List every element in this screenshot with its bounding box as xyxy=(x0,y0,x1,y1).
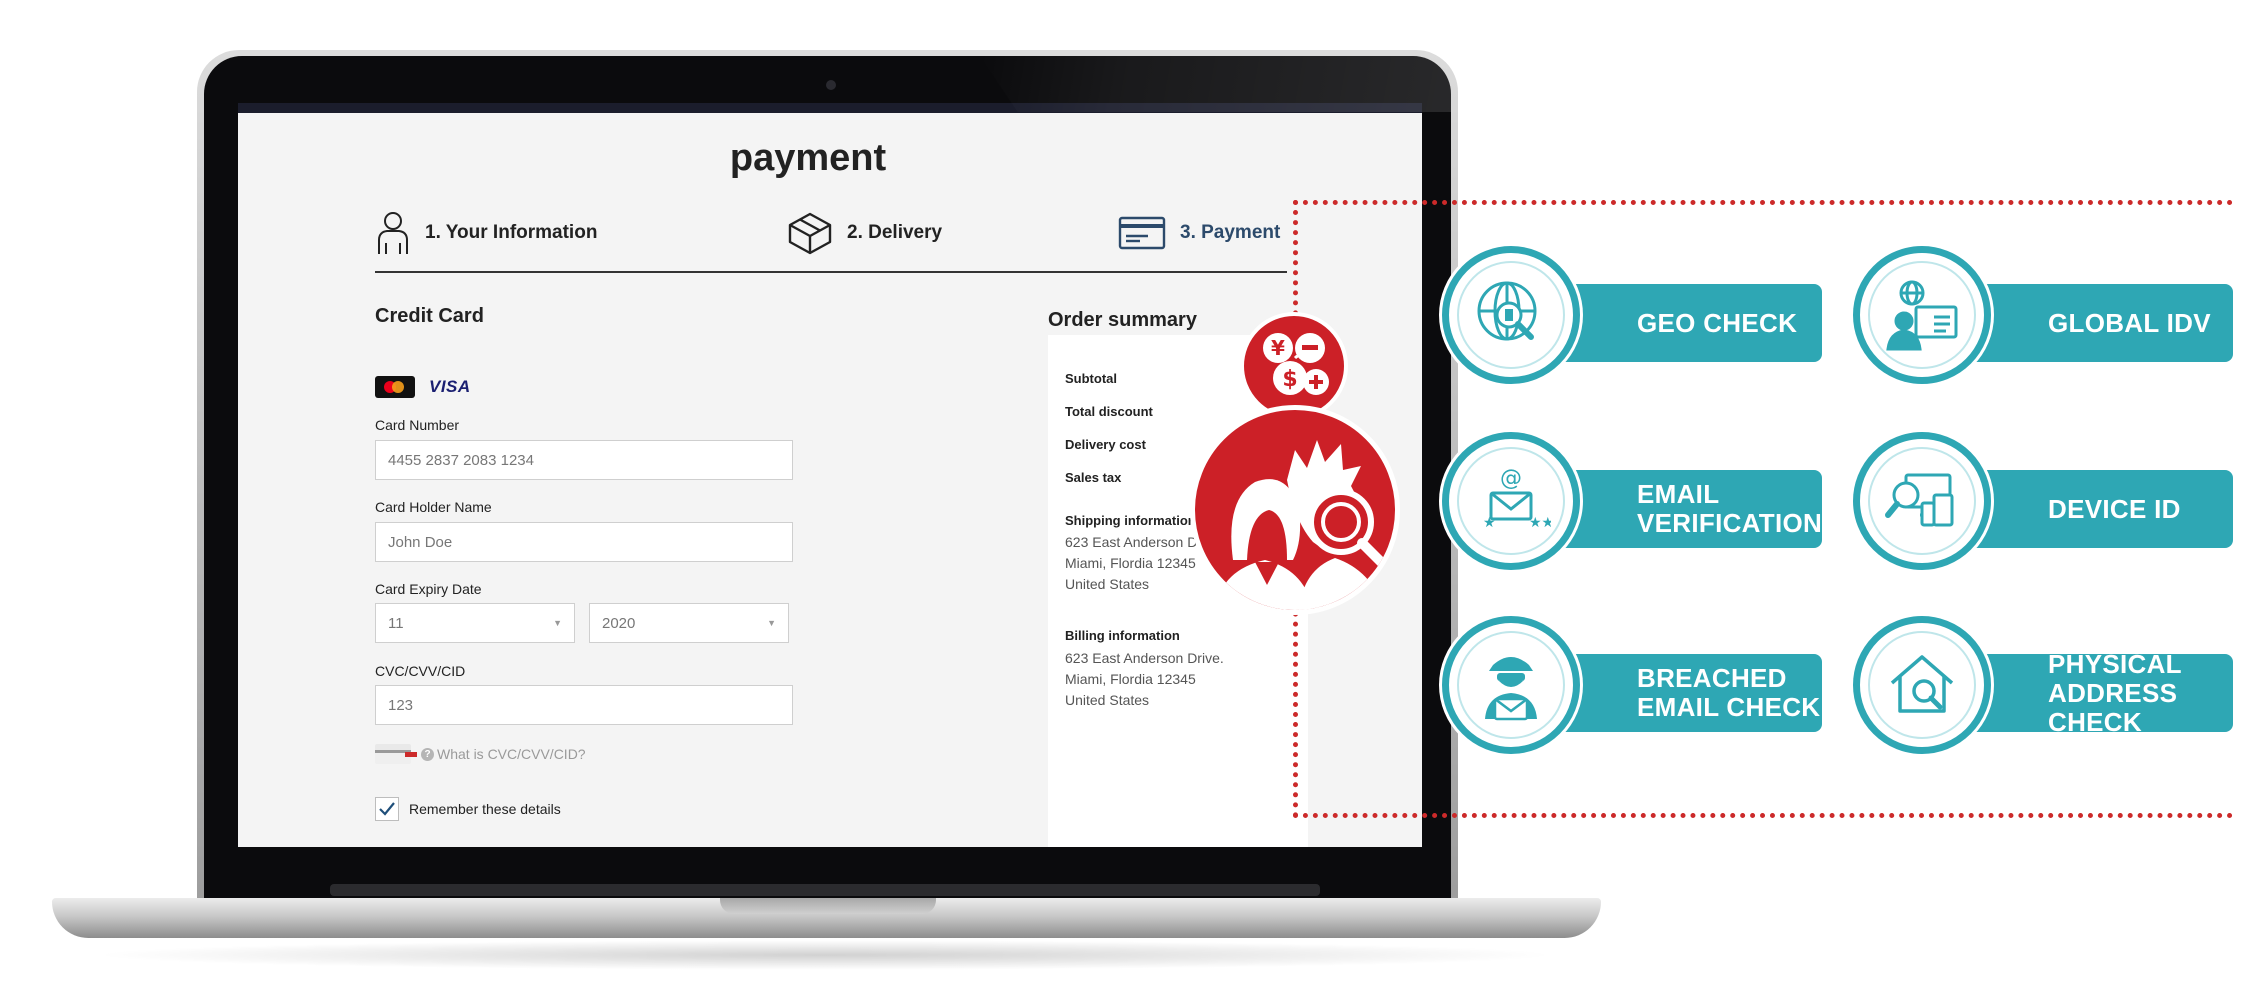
feature-icon-ring xyxy=(1868,447,1976,555)
feature-icon-ring xyxy=(1457,261,1565,369)
visa-logo: VISA xyxy=(429,377,471,396)
chevron-down-icon: ▼ xyxy=(767,618,776,628)
feature-icon-ring xyxy=(1457,631,1565,739)
spy-email-icon xyxy=(1485,657,1537,721)
feature-physical-address-check: PHYSICAL ADDRESS CHECK xyxy=(1853,616,2233,756)
cvc-label: CVC/CVV/CID xyxy=(375,663,466,679)
checkout-steps: 1. Your Information 2. Delivery 3. Payme… xyxy=(375,203,1287,273)
expiry-month-select[interactable]: 11 ▼ xyxy=(375,603,575,643)
card-holder-input[interactable]: John Doe xyxy=(375,522,793,562)
credit-card-icon xyxy=(1118,215,1166,251)
steps-divider xyxy=(375,271,1287,273)
order-summary-title: Order summary xyxy=(1048,309,1197,331)
currency-symbols-graphic: ¥ $ xyxy=(1263,333,1329,395)
card-expiry-label: Card Expiry Date xyxy=(375,581,482,597)
page-title: payment xyxy=(729,137,887,179)
svg-text:¥: ¥ xyxy=(1271,336,1285,360)
laptop-notch xyxy=(720,898,936,914)
identity-search-icon xyxy=(1190,405,1400,615)
svg-text:$: $ xyxy=(1282,367,1297,392)
step-label: 2. Delivery xyxy=(847,222,943,243)
box-icon xyxy=(787,211,833,255)
mastercard-logo xyxy=(375,376,415,398)
expiry-month-value: 11 xyxy=(388,614,404,632)
bezel-glare xyxy=(980,56,1451,112)
laptop-shadow xyxy=(90,940,1560,970)
step-label: 1. Your Information xyxy=(425,222,598,243)
card-number-input[interactable]: 4455 2837 2083 1234 xyxy=(375,440,793,480)
cvc-help-text-wrap: ? What is CVC/CVV/CID? xyxy=(421,746,586,762)
svg-text:★: ★ xyxy=(1483,515,1496,531)
user-icon xyxy=(375,210,411,256)
summary-row-tax: Sales tax xyxy=(1065,470,1122,485)
remember-label: Remember these details xyxy=(409,801,561,817)
card-holder-label: Card Holder Name xyxy=(375,499,492,515)
cvc-input[interactable]: 123 xyxy=(375,685,793,725)
feature-icon-circle xyxy=(1853,616,1991,754)
svg-text:@: @ xyxy=(1500,466,1522,491)
chevron-down-icon: ▼ xyxy=(553,618,562,628)
question-icon: ? xyxy=(421,748,434,761)
step-your-information[interactable]: 1. Your Information xyxy=(375,203,597,263)
credit-card-title: Credit Card xyxy=(375,305,484,327)
feature-icon-ring xyxy=(1868,631,1976,739)
card-brand-logos: VISA xyxy=(375,376,471,398)
shipping-line: United States xyxy=(1065,576,1150,592)
shipping-line: 623 East Anderson D xyxy=(1065,534,1198,550)
card-number-label: Card Number xyxy=(375,417,460,433)
feature-icon-circle: @ ★ ★★ xyxy=(1442,432,1580,570)
step-label: 3. Payment xyxy=(1180,222,1281,243)
feature-icon-circle xyxy=(1442,616,1580,754)
svg-text:★★: ★★ xyxy=(1529,515,1551,531)
feature-icon-circle xyxy=(1853,246,1991,384)
billing-line: 623 East Anderson Drive. xyxy=(1065,650,1224,666)
billing-line: Miami, Flordia 12345 xyxy=(1065,671,1196,687)
globe-search-icon xyxy=(1477,281,1537,341)
summary-row-discount: Total discount xyxy=(1065,404,1153,419)
cvc-help[interactable]: ? What is CVC/CVV/CID? xyxy=(375,744,586,764)
feature-geo-check: GEO CHECK xyxy=(1442,246,1822,386)
global-id-card-icon xyxy=(1886,280,1958,351)
currency-exchange-icon: ¥ $ xyxy=(1240,312,1348,420)
feature-breached-email-check: BREACHED EMAIL CHECK xyxy=(1442,616,1822,756)
people-search-graphic xyxy=(1215,440,1388,610)
feature-icon-ring: @ ★ ★★ xyxy=(1457,447,1565,555)
laptop-hinge xyxy=(330,884,1320,896)
feature-icon-ring xyxy=(1868,261,1976,369)
feature-icon-circle xyxy=(1442,246,1580,384)
feature-icon-circle xyxy=(1853,432,1991,570)
email-verification-icon: @ ★ ★★ xyxy=(1483,466,1551,531)
cvc-help-link[interactable]: What is CVC/CVV/CID? xyxy=(437,746,586,762)
step-delivery[interactable]: 2. Delivery xyxy=(787,203,942,263)
billing-line: United States xyxy=(1065,692,1150,708)
step-payment[interactable]: 3. Payment xyxy=(1118,203,1280,263)
billing-info-label: Billing information xyxy=(1065,628,1180,643)
laptop-camera xyxy=(826,80,836,90)
device-search-icon xyxy=(1885,473,1954,527)
feature-global-idv: GLOBAL IDV xyxy=(1853,246,2233,386)
expiry-year-value: 2020 xyxy=(602,614,636,632)
check-icon xyxy=(379,802,395,816)
remember-details[interactable]: Remember these details xyxy=(375,797,561,821)
shipping-info-label: Shipping information xyxy=(1065,513,1196,528)
shipping-line: Miami, Flordia 12345 xyxy=(1065,555,1196,571)
house-search-icon xyxy=(1890,655,1954,713)
illustration-stage: payment 1. Your Information 2. Delivery … xyxy=(0,0,2250,1000)
remember-checkbox[interactable] xyxy=(375,797,399,821)
feature-email-verification: EMAIL VERIFICATION @ ★ ★★ xyxy=(1442,432,1822,572)
expiry-year-select[interactable]: 2020 ▼ xyxy=(589,603,789,643)
card-back-icon xyxy=(375,744,417,764)
feature-device-id: DEVICE ID xyxy=(1853,432,2233,572)
summary-row-subtotal: Subtotal xyxy=(1065,371,1117,386)
summary-row-delivery: Delivery cost xyxy=(1065,437,1146,452)
